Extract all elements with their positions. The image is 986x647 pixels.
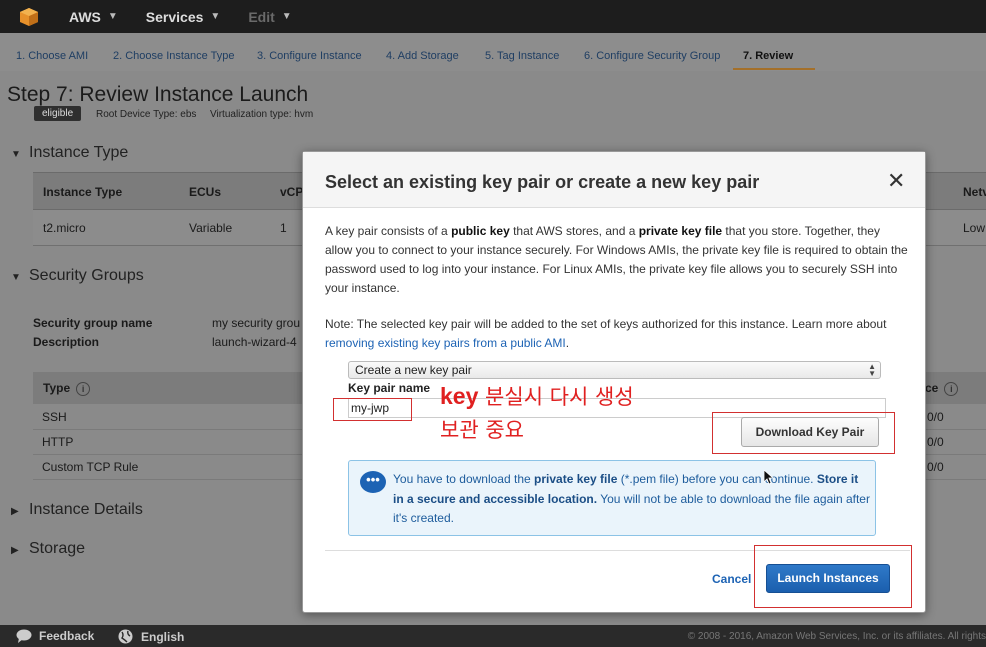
key-pair-option-select[interactable]: Create a new key pair ▲ ▼ — [348, 361, 881, 379]
root-device-type: Root Device Type: ebs — [96, 109, 197, 120]
storage-section-title: Storage — [29, 540, 86, 557]
step-review[interactable]: 7. Review — [743, 50, 793, 62]
caret-right-icon: ▶ — [11, 545, 19, 556]
step-configure-instance[interactable]: 3. Configure Instance — [257, 50, 362, 62]
annotation-box-key-name — [333, 398, 412, 421]
dialog-header: Select an existing key pair or create a … — [303, 152, 925, 208]
removing-key-pairs-link[interactable]: removing existing key pairs from a publi… — [325, 336, 566, 350]
key-pair-option-value: Create a new key pair — [355, 363, 472, 377]
sg-description-value: launch-wizard-4 — [212, 335, 297, 349]
download-warning-alert: ••• You have to download the private key… — [348, 460, 876, 536]
chevron-down-icon: ▼ — [107, 11, 118, 22]
feedback-link[interactable]: Feedback — [16, 629, 94, 643]
speech-bubble-icon — [16, 629, 32, 643]
column-header: Netv — [963, 185, 986, 199]
sg-name-label: Security group name — [33, 316, 153, 330]
table-cell: Low — [963, 221, 986, 235]
sg-rule-source: 0/0 — [927, 410, 944, 424]
select-arrows-icon: ▲ ▼ — [868, 362, 876, 378]
step-choose-ami[interactable]: 1. Choose AMI — [16, 50, 88, 62]
sg-rule-source: 0/0 — [927, 435, 944, 449]
instance-type-section-toggle[interactable]: ▼ Instance Type — [11, 144, 128, 162]
top-navigation-bar: AWS ▼ Services ▼ Edit ▼ — [0, 0, 986, 33]
info-icon[interactable]: i — [944, 382, 959, 396]
table-cell: t2.micro — [43, 221, 86, 235]
caret-down-icon: ▼ — [11, 272, 21, 283]
instance-details-section-toggle[interactable]: ▶ Instance Details — [11, 501, 143, 519]
caret-right-icon: ▶ — [11, 506, 19, 517]
edit-menu[interactable]: Edit ▼ — [248, 9, 291, 25]
sg-name-value: my security grou — [212, 316, 301, 330]
chevron-down-icon: ▼ — [281, 11, 292, 22]
aws-cube-logo-icon[interactable] — [19, 7, 39, 27]
key-pair-note: Note: The selected key pair will be adde… — [325, 317, 887, 350]
step-tag-instance[interactable]: 5. Tag Instance — [485, 50, 559, 62]
step-choose-instance-type[interactable]: 2. Choose Instance Type — [113, 50, 235, 62]
services-menu[interactable]: Services ▼ — [146, 9, 221, 25]
language-selector[interactable]: English — [118, 629, 184, 644]
security-groups-section-toggle[interactable]: ▼ Security Groups — [11, 267, 144, 285]
table-cell: Variable — [189, 221, 233, 235]
key-pair-description: A key pair consists of a public key that… — [325, 224, 908, 295]
annotation-box-launch — [754, 545, 912, 608]
mouse-cursor-icon — [764, 470, 774, 485]
sg-rule-source: 0/0 — [927, 460, 944, 474]
active-step-underline — [733, 68, 815, 70]
sg-rule-type: HTTP — [42, 435, 74, 449]
instance-type-section-title: Instance Type — [29, 144, 129, 161]
instance-details-section-title: Instance Details — [29, 501, 143, 518]
footer-bar: Feedback English © 2008 - 2016, Amazon W… — [0, 625, 986, 647]
caret-down-icon: ▼ — [11, 149, 21, 160]
feedback-label: Feedback — [39, 629, 95, 643]
column-header-source: ce i — [925, 381, 959, 396]
dialog-title: Select an existing key pair or create a … — [325, 172, 760, 192]
sg-rule-type: SSH — [42, 410, 67, 424]
edit-menu-label: Edit — [248, 8, 275, 25]
sg-description-label: Description — [33, 335, 100, 349]
free-tier-eligible-badge: eligible — [34, 106, 82, 121]
aws-menu-label: AWS — [69, 8, 101, 25]
page-title: Step 7: Review Instance Launch — [7, 83, 309, 106]
column-header: Instance Type — [43, 185, 123, 199]
copyright-text: © 2008 - 2016, Amazon Web Services, Inc.… — [687, 631, 986, 642]
column-header: ECUs — [189, 185, 222, 199]
annotation-box-download — [712, 412, 895, 454]
cancel-button[interactable]: Cancel — [712, 572, 751, 586]
key-pair-dialog: Select an existing key pair or create a … — [302, 151, 926, 613]
info-icon[interactable]: i — [76, 382, 91, 396]
aws-menu[interactable]: AWS ▼ — [69, 9, 118, 25]
column-header: vCP — [280, 185, 304, 199]
storage-section-toggle[interactable]: ▶ Storage — [11, 540, 85, 558]
chat-bubble-info-icon: ••• — [360, 471, 386, 493]
close-icon[interactable]: ✕ — [887, 170, 905, 192]
table-cell: 1 — [280, 221, 287, 235]
globe-icon — [118, 629, 133, 644]
annotation-text-line2: 보관 중요 — [440, 418, 524, 442]
annotation-text-line1: key 분실시 다시 생성 — [440, 383, 634, 409]
step-add-storage[interactable]: 4. Add Storage — [386, 50, 459, 62]
key-pair-name-label: Key pair name — [348, 381, 431, 395]
language-label: English — [141, 629, 185, 644]
sg-rule-type: Custom TCP Rule — [42, 460, 139, 474]
download-warning-text: You have to download the private key fil… — [393, 472, 870, 525]
virtualization-type: Virtualization type: hvm — [210, 109, 314, 120]
services-menu-label: Services — [145, 8, 204, 25]
chevron-down-icon: ▼ — [210, 11, 221, 22]
column-header-type: Type i — [43, 381, 91, 396]
security-groups-section-title: Security Groups — [29, 267, 144, 284]
step-configure-security-group[interactable]: 6. Configure Security Group — [584, 50, 720, 62]
